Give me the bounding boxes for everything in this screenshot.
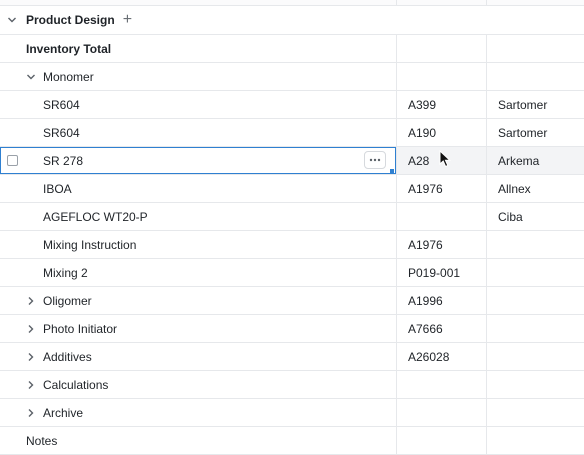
table-row[interactable]: SR604 A190 Sartomer xyxy=(0,119,584,147)
row-label: Additives xyxy=(43,349,92,364)
table-row[interactable]: Inventory Total xyxy=(0,35,584,63)
cell-supplier[interactable] xyxy=(486,315,584,342)
table-row[interactable]: Mixing Instruction A1976 xyxy=(0,231,584,259)
chevron-right-icon[interactable] xyxy=(24,322,38,336)
cell-name[interactable]: Notes xyxy=(0,427,396,454)
row-label: Archive xyxy=(43,405,84,420)
row-actions-button[interactable] xyxy=(364,151,386,169)
cell-name[interactable]: AGEFLOC WT20-P xyxy=(0,203,396,230)
fill-handle[interactable] xyxy=(390,169,394,173)
table-row[interactable]: Monomer xyxy=(0,63,584,91)
cell-supplier[interactable] xyxy=(486,371,584,398)
cell-code[interactable] xyxy=(396,35,486,62)
row-label: IBOA xyxy=(43,181,72,196)
chevron-down-icon[interactable] xyxy=(24,70,38,84)
cell-supplier[interactable] xyxy=(486,259,584,286)
cell-code[interactable]: P019-001 xyxy=(396,259,486,286)
cell-name[interactable]: Calculations xyxy=(0,371,396,398)
data-grid: Product Design + Inventory Total Monomer S… xyxy=(0,0,584,455)
cell-code[interactable]: A1976 xyxy=(396,175,486,202)
group-title: Product Design xyxy=(26,12,115,27)
cell-name[interactable]: Oligomer xyxy=(0,287,396,314)
row-label: Calculations xyxy=(43,377,109,392)
chevron-right-icon[interactable] xyxy=(24,350,38,364)
chevron-right-icon[interactable] xyxy=(24,406,38,420)
table-row[interactable]: Photo Initiator A7666 xyxy=(0,315,584,343)
chevron-down-icon[interactable] xyxy=(5,13,19,27)
table-row[interactable]: AGEFLOC WT20-P Ciba xyxy=(0,203,584,231)
cell-code[interactable]: A7666 xyxy=(396,315,486,342)
table-row[interactable]: Mixing 2 P019-001 xyxy=(0,259,584,287)
row-label: Mixing 2 xyxy=(43,265,88,280)
cell-code[interactable] xyxy=(396,427,486,454)
cell-supplier[interactable] xyxy=(486,399,584,426)
plus-icon[interactable]: + xyxy=(123,11,132,28)
row-label: AGEFLOC WT20-P xyxy=(43,209,148,224)
cell-name[interactable]: IBOA xyxy=(0,175,396,202)
cell-supplier[interactable] xyxy=(486,35,584,62)
table-row[interactable]: Archive xyxy=(0,399,584,427)
table-row[interactable]: Notes xyxy=(0,427,584,455)
cell-code[interactable]: A190 xyxy=(396,119,486,146)
cell-code[interactable] xyxy=(396,371,486,398)
cell-name[interactable]: Photo Initiator xyxy=(0,315,396,342)
cell-code[interactable] xyxy=(396,399,486,426)
cell-supplier[interactable] xyxy=(486,63,584,90)
row-label: Notes xyxy=(26,433,58,448)
cell-supplier[interactable]: Arkema xyxy=(486,147,584,174)
cell-code[interactable]: A1976 xyxy=(396,231,486,258)
row-label: Inventory Total xyxy=(26,41,112,56)
cell-name[interactable]: Mixing Instruction xyxy=(0,231,396,258)
table-row[interactable]: Additives A26028 xyxy=(0,343,584,371)
cell-name[interactable]: Inventory Total xyxy=(0,35,396,62)
cell-name[interactable]: SR 278 xyxy=(0,147,396,174)
cell-supplier[interactable]: Sartomer xyxy=(486,91,584,118)
row-label: Mixing Instruction xyxy=(43,237,137,252)
cell-supplier[interactable]: Allnex xyxy=(486,175,584,202)
chevron-right-icon[interactable] xyxy=(24,294,38,308)
cell-supplier[interactable] xyxy=(486,427,584,454)
cell-code[interactable]: A26028 xyxy=(396,343,486,370)
ellipsis-icon xyxy=(369,158,381,162)
cell-supplier[interactable]: Sartomer xyxy=(486,119,584,146)
cell-name[interactable]: SR604 xyxy=(0,91,396,118)
cell-code[interactable]: A399 xyxy=(396,91,486,118)
table-row[interactable]: IBOA A1976 Allnex xyxy=(0,175,584,203)
cell-name[interactable]: SR604 xyxy=(0,119,396,146)
cell-code[interactable]: A1996 xyxy=(396,287,486,314)
row-label: Oligomer xyxy=(43,293,92,308)
mouse-cursor-icon xyxy=(439,150,452,168)
cell-supplier[interactable]: Ciba xyxy=(486,203,584,230)
chevron-right-icon[interactable] xyxy=(24,378,38,392)
row-checkbox[interactable] xyxy=(7,155,18,166)
row-label: SR604 xyxy=(43,97,80,112)
cell-name[interactable]: Additives xyxy=(0,343,396,370)
row-label: Monomer xyxy=(43,69,94,84)
cell-supplier[interactable] xyxy=(486,343,584,370)
table-row[interactable]: SR604 A399 Sartomer xyxy=(0,91,584,119)
row-label: Photo Initiator xyxy=(43,321,118,336)
cell-name[interactable]: Mixing 2 xyxy=(0,259,396,286)
table-row[interactable]: SR 278 A28 Arkema xyxy=(0,147,584,175)
table-row[interactable]: Oligomer A1996 xyxy=(0,287,584,315)
cell-name[interactable]: Monomer xyxy=(0,63,396,90)
cell-name[interactable]: Archive xyxy=(0,399,396,426)
row-label: SR 278 xyxy=(43,153,84,168)
cell-supplier[interactable] xyxy=(486,287,584,314)
table-row[interactable]: Calculations xyxy=(0,371,584,399)
row-label: SR604 xyxy=(43,125,80,140)
group-header[interactable]: Product Design + xyxy=(0,5,584,35)
cell-code[interactable] xyxy=(396,203,486,230)
cell-supplier[interactable] xyxy=(486,231,584,258)
cell-code[interactable] xyxy=(396,63,486,90)
